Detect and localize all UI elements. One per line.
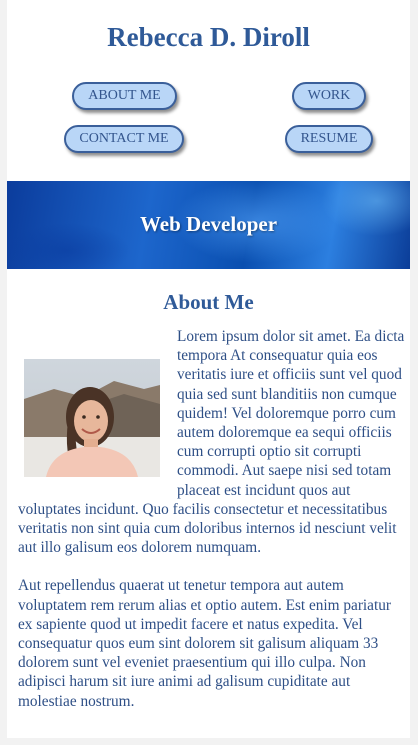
work-button[interactable]: WORK bbox=[292, 82, 366, 110]
contact-me-button[interactable]: CONTACT ME bbox=[64, 125, 184, 153]
site-title: Rebecca D. Diroll bbox=[107, 22, 310, 52]
page: Rebecca D. Diroll ABOUT ME WORK CONTACT … bbox=[7, 0, 410, 738]
banner-heading: Web Developer bbox=[139, 212, 278, 236]
about-content: Lorem ipsum dolor sit amet. Ea dicta tem… bbox=[18, 327, 407, 730]
resume-button[interactable]: RESUME bbox=[285, 125, 373, 153]
person-photo-icon bbox=[24, 381, 160, 477]
about-heading: About Me bbox=[163, 290, 254, 314]
about-me-button[interactable]: ABOUT ME bbox=[72, 82, 177, 110]
portrait-photo bbox=[24, 359, 160, 477]
about-paragraph-2: Aut repellendus quaerat ut tenetur tempo… bbox=[18, 577, 391, 710]
hero-banner: Web Developer bbox=[7, 181, 410, 269]
